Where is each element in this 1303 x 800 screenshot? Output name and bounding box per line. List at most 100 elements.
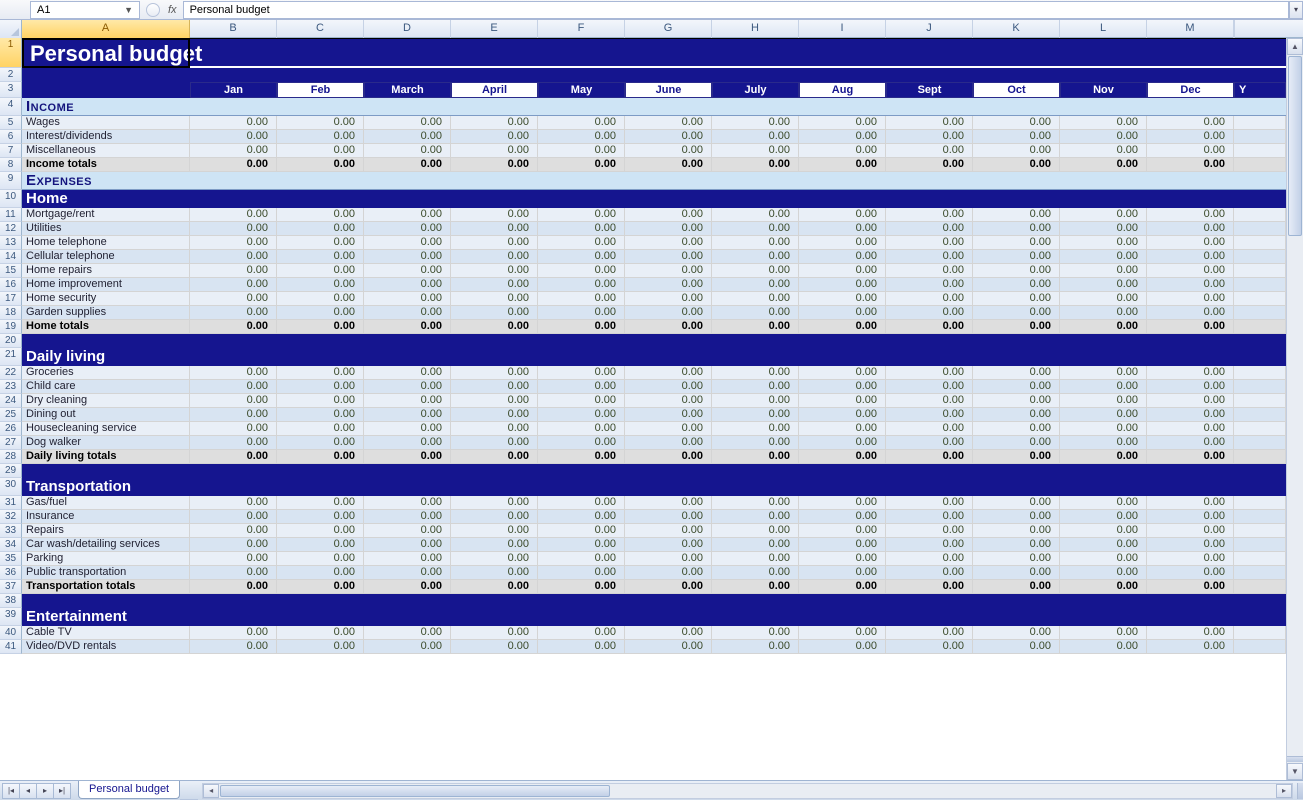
cell[interactable]: 0.00 [190,250,277,264]
cell[interactable] [1234,130,1286,144]
cell[interactable]: 0.00 [277,208,364,222]
gap[interactable] [22,334,1286,348]
cell[interactable]: 0.00 [364,144,451,158]
cell[interactable]: 0.00 [625,552,712,566]
cell[interactable]: 0.00 [1147,130,1234,144]
cell[interactable]: 0.00 [625,292,712,306]
cell[interactable]: 0.00 [538,510,625,524]
cell[interactable]: 0.00 [799,510,886,524]
col-header-H[interactable]: H [712,20,799,38]
cell[interactable]: 0.00 [190,566,277,580]
cell[interactable]: 0.00 [973,552,1060,566]
tab-prev-icon[interactable]: ◂ [19,783,37,799]
cell[interactable]: 0.00 [1060,436,1147,450]
cell[interactable]: 0.00 [1060,524,1147,538]
item-label[interactable]: Mortgage/rent [22,208,190,222]
spacer[interactable] [22,68,1286,82]
cell[interactable]: 0.00 [451,250,538,264]
cell[interactable] [1234,496,1286,510]
cell[interactable]: 0.00 [451,408,538,422]
cell[interactable]: 0.00 [712,222,799,236]
formula-input[interactable]: Personal budget [183,1,1289,19]
cell[interactable]: 0.00 [451,510,538,524]
cell[interactable]: 0.00 [1060,250,1147,264]
cell[interactable] [1234,538,1286,552]
cell[interactable]: 0.00 [712,524,799,538]
cell[interactable]: 0.00 [712,366,799,380]
cell[interactable]: 0.00 [277,450,364,464]
item-label[interactable]: Housecleaning service [22,422,190,436]
cell[interactable]: 0.00 [973,144,1060,158]
cell[interactable] [1234,278,1286,292]
cell[interactable]: 0.00 [625,366,712,380]
item-label[interactable]: Child care [22,380,190,394]
cell[interactable]: 0.00 [1060,292,1147,306]
cell[interactable]: 0.00 [277,278,364,292]
cell[interactable]: 0.00 [625,208,712,222]
cell[interactable]: 0.00 [364,366,451,380]
row-header-14[interactable]: 14 [0,250,22,264]
item-label[interactable]: Miscellaneous [22,144,190,158]
cell[interactable]: 0.00 [1060,278,1147,292]
cell[interactable]: 0.00 [1147,222,1234,236]
cell[interactable]: 0.00 [451,524,538,538]
cell[interactable]: 0.00 [712,116,799,130]
cell[interactable]: 0.00 [1147,394,1234,408]
cell[interactable]: 0.00 [712,278,799,292]
scroll-right-icon[interactable]: ▸ [1276,784,1292,798]
cell[interactable]: 0.00 [973,208,1060,222]
cell[interactable] [1234,510,1286,524]
cell[interactable]: 0.00 [451,116,538,130]
cell[interactable]: 0.00 [277,320,364,334]
cell[interactable]: 0.00 [886,144,973,158]
row-header-3[interactable]: 3 [0,82,22,98]
cell[interactable]: 0.00 [799,436,886,450]
col-header-J[interactable]: J [886,20,973,38]
cell[interactable]: 0.00 [625,250,712,264]
cell[interactable]: 0.00 [538,580,625,594]
cell[interactable]: 0.00 [799,320,886,334]
cell[interactable]: 0.00 [451,450,538,464]
cell[interactable]: 0.00 [1060,208,1147,222]
cell[interactable]: 0.00 [451,366,538,380]
category-transport[interactable]: Transportation [22,478,1286,496]
row-header-9[interactable]: 9 [0,172,22,190]
cell[interactable]: 0.00 [1147,626,1234,640]
cell[interactable]: 0.00 [1147,208,1234,222]
cell[interactable]: 0.00 [886,236,973,250]
item-label[interactable]: Public transportation [22,566,190,580]
cell[interactable]: 0.00 [1147,380,1234,394]
cell[interactable]: 0.00 [451,394,538,408]
cell[interactable]: 0.00 [973,640,1060,654]
cell[interactable]: 0.00 [190,510,277,524]
cell[interactable]: 0.00 [1060,450,1147,464]
cell[interactable]: 0.00 [277,144,364,158]
item-label[interactable]: Home repairs [22,264,190,278]
cell[interactable]: 0.00 [886,422,973,436]
cell[interactable]: 0.00 [712,320,799,334]
cell[interactable]: 0.00 [190,236,277,250]
cell[interactable]: 0.00 [538,496,625,510]
cell[interactable]: 0.00 [190,116,277,130]
cell[interactable]: 0.00 [538,236,625,250]
cell[interactable]: 0.00 [277,422,364,436]
row-header-34[interactable]: 34 [0,538,22,552]
cell[interactable]: 0.00 [451,552,538,566]
cell[interactable]: 0.00 [712,552,799,566]
cell[interactable]: 0.00 [364,408,451,422]
item-label[interactable]: Parking [22,552,190,566]
cell[interactable]: 0.00 [190,278,277,292]
cell[interactable]: 0.00 [625,626,712,640]
cell[interactable]: 0.00 [538,524,625,538]
cell[interactable]: 0.00 [277,566,364,580]
cell[interactable]: 0.00 [799,524,886,538]
row-header-13[interactable]: 13 [0,236,22,250]
cell[interactable]: 0.00 [625,278,712,292]
name-box-dropdown-icon[interactable]: ▼ [124,5,133,15]
cell[interactable]: 0.00 [364,208,451,222]
row-header-29[interactable]: 29 [0,464,22,478]
cell[interactable]: 0.00 [277,580,364,594]
vsplit-handle[interactable] [1287,756,1303,762]
cell[interactable]: 0.00 [451,158,538,172]
cell[interactable]: 0.00 [712,130,799,144]
